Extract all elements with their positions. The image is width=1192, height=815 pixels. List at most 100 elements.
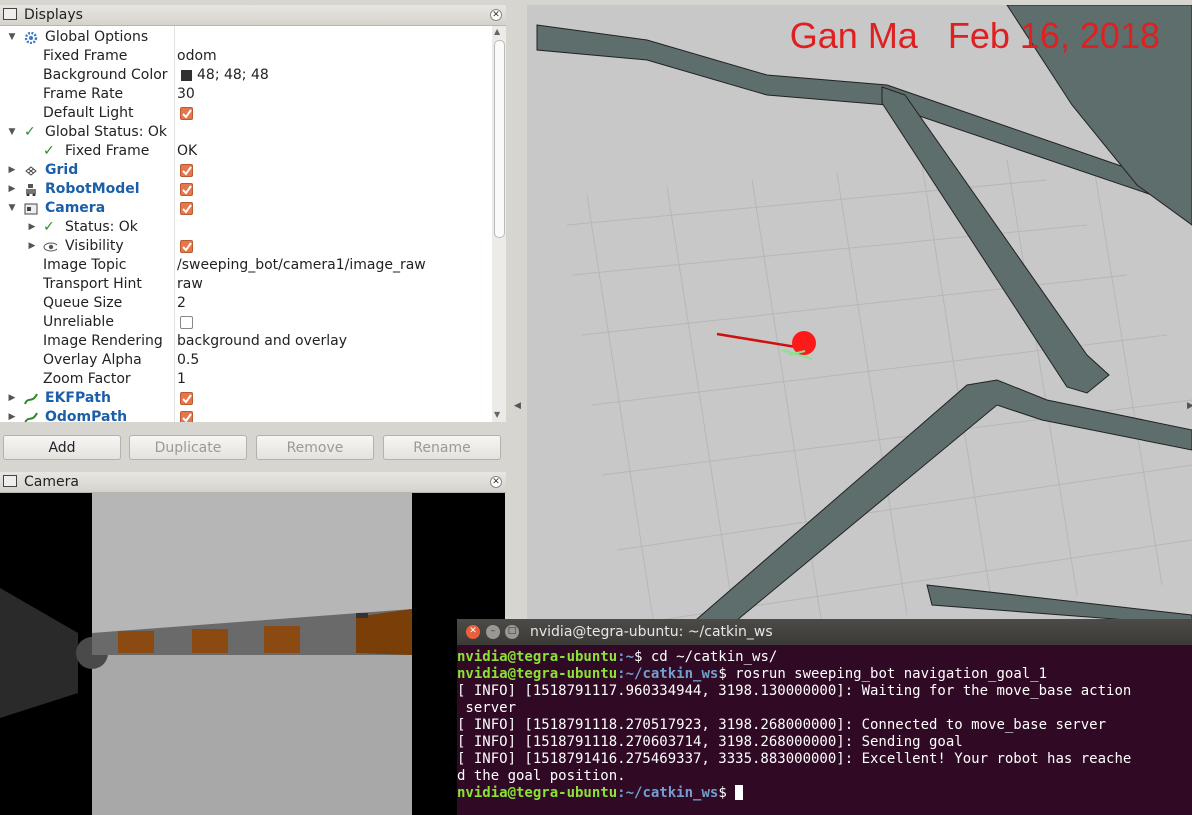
remove-button[interactable]: Remove: [256, 435, 374, 460]
tree-value[interactable]: /sweeping_bot/camera1/image_raw: [177, 256, 426, 275]
camera-icon: [24, 203, 38, 215]
tree-label: Status: Ok: [65, 219, 138, 235]
checkbox[interactable]: [180, 164, 193, 177]
tree-row-background-color[interactable]: Background Color 48; 48; 48: [0, 66, 492, 85]
tree-label: Default Light: [43, 105, 134, 121]
tree-value[interactable]: 0.5: [177, 351, 199, 370]
tree-row-transport-hint[interactable]: Transport Hint raw: [0, 275, 492, 294]
terminal-titlebar[interactable]: ✕ – □ nvidia@tegra-ubuntu: ~/catkin_ws: [457, 619, 1192, 645]
terminal-title: nvidia@tegra-ubuntu: ~/catkin_ws: [530, 624, 773, 640]
scrollbar-thumb[interactable]: [494, 40, 505, 238]
tree-row-image-topic[interactable]: Image Topic /sweeping_bot/camera1/image_…: [0, 256, 492, 275]
displays-panel-header: Displays ✕: [0, 5, 506, 26]
checkbox[interactable]: [180, 183, 193, 196]
tree-row-global-status[interactable]: ▼ ✓ Global Status: Ok: [0, 123, 492, 142]
tree-row-global-options[interactable]: ▼ Global Options: [0, 28, 492, 47]
duplicate-button[interactable]: Duplicate: [129, 435, 247, 460]
camera-panel-title: Camera: [24, 474, 79, 490]
terminal-line: [ INFO] [1518791118.270517923, 3198.2680…: [457, 717, 1107, 733]
checkbox[interactable]: [180, 240, 193, 253]
gear-icon: [24, 31, 38, 44]
terminal-line: server: [457, 700, 517, 716]
rename-button[interactable]: Rename: [383, 435, 501, 460]
terminal-output[interactable]: nvidia@tegra-ubuntu:~$ cd ~/catkin_ws/nv…: [457, 649, 1192, 802]
text-cursor: [735, 785, 744, 800]
tree-row-camera-status[interactable]: ▶ ✓ Status: Ok: [0, 218, 492, 237]
collapse-right-icon[interactable]: ▶: [1187, 401, 1192, 411]
expand-arrow-icon[interactable]: ▼: [7, 123, 17, 142]
collapse-left-icon[interactable]: ◀: [514, 401, 521, 411]
tree-label: Image Rendering: [43, 333, 163, 349]
tree-label: Image Topic: [43, 257, 127, 273]
tree-value[interactable]: 48; 48; 48: [197, 66, 269, 85]
tree-value[interactable]: background and overlay: [177, 332, 347, 351]
tree-row-visibility[interactable]: ▶ Visibility: [0, 237, 492, 256]
tree-label: Fixed Frame: [65, 143, 150, 159]
checkbox[interactable]: [180, 316, 193, 329]
close-window-icon[interactable]: ✕: [466, 625, 480, 639]
tree-value[interactable]: 2: [177, 294, 186, 313]
tree-label: Background Color: [43, 67, 168, 83]
tree-row-image-rendering[interactable]: Image Rendering background and overlay: [0, 332, 492, 351]
collapse-arrow-icon[interactable]: ▶: [27, 218, 37, 237]
column-divider: [174, 26, 175, 422]
close-icon[interactable]: ✕: [490, 476, 502, 488]
tree-row-zoom-factor[interactable]: Zoom Factor 1: [0, 370, 492, 389]
tree-label: Global Status: Ok: [45, 124, 168, 140]
tree-row-default-light[interactable]: Default Light: [0, 104, 492, 123]
tree-row-odompath[interactable]: ▶ OdomPath: [0, 408, 492, 422]
camera-scene: [0, 493, 412, 815]
tree-row-ekfpath[interactable]: ▶ EKFPath: [0, 389, 492, 408]
tree-label: RobotModel: [45, 181, 140, 197]
checkbox[interactable]: [180, 411, 193, 422]
checkbox[interactable]: [180, 392, 193, 405]
terminal-window[interactable]: ✕ – □ nvidia@tegra-ubuntu: ~/catkin_ws n…: [457, 619, 1192, 815]
tree-value: OK: [177, 143, 198, 159]
color-swatch[interactable]: [181, 70, 192, 81]
minimize-window-icon[interactable]: –: [486, 625, 500, 639]
maximize-window-icon[interactable]: □: [505, 625, 519, 639]
tree-row-robotmodel[interactable]: ▶ RobotModel: [0, 180, 492, 199]
tree-label: Overlay Alpha: [43, 352, 142, 368]
tree-value[interactable]: odom: [177, 47, 217, 66]
collapse-arrow-icon[interactable]: ▶: [7, 408, 17, 422]
check-icon: ✓: [43, 219, 55, 235]
tree-label: Global Options: [45, 29, 149, 45]
tree-row-frame-rate[interactable]: Frame Rate 30: [0, 85, 492, 104]
terminal-line: [ INFO] [1518791118.270603714, 3198.2680…: [457, 734, 963, 750]
checkbox[interactable]: [180, 202, 193, 215]
eye-icon: [43, 242, 57, 252]
expand-arrow-icon[interactable]: ▼: [7, 199, 17, 218]
tree-scrollbar[interactable]: ▲ ▼: [492, 26, 506, 422]
camera-image-view[interactable]: [0, 493, 505, 815]
tree-row-grid[interactable]: ▶ Grid: [0, 161, 492, 180]
tree-value[interactable]: 1: [177, 370, 186, 389]
collapse-arrow-icon[interactable]: ▶: [7, 161, 17, 180]
tree-row-overlay-alpha[interactable]: Overlay Alpha 0.5: [0, 351, 492, 370]
check-icon: ✓: [43, 143, 55, 159]
tree-row-unreliable[interactable]: Unreliable: [0, 313, 492, 332]
close-icon[interactable]: ✕: [490, 9, 502, 21]
tree-label: Camera: [45, 200, 106, 216]
tree-label: Frame Rate: [43, 86, 124, 102]
tree-row-fixed-frame[interactable]: Fixed Frame odom: [0, 47, 492, 66]
collapse-arrow-icon[interactable]: ▶: [27, 237, 37, 256]
collapse-arrow-icon[interactable]: ▶: [7, 180, 17, 199]
terminal-line: [ INFO] [1518791416.275469337, 3335.8830…: [457, 751, 1132, 767]
scroll-down-icon[interactable]: ▼: [494, 410, 500, 419]
tree-label: Visibility: [65, 238, 124, 254]
scroll-up-icon[interactable]: ▲: [494, 27, 500, 36]
tree-label: OdomPath: [45, 409, 128, 422]
checkbox[interactable]: [180, 107, 193, 120]
tree-row-queue-size[interactable]: Queue Size 2: [0, 294, 492, 313]
tree-value[interactable]: raw: [177, 275, 203, 294]
collapse-arrow-icon[interactable]: ▶: [7, 389, 17, 408]
robot-icon: [26, 184, 36, 196]
tree-value[interactable]: 30: [177, 85, 195, 104]
expand-arrow-icon[interactable]: ▼: [7, 28, 17, 47]
terminal-line: d the goal position.: [457, 768, 626, 784]
add-button[interactable]: Add: [3, 435, 121, 460]
tree-label: Zoom Factor: [43, 371, 131, 387]
tree-row-camera[interactable]: ▼ Camera: [0, 199, 492, 218]
tree-row-fixed-frame-status[interactable]: ✓ Fixed Frame OK: [0, 142, 492, 161]
